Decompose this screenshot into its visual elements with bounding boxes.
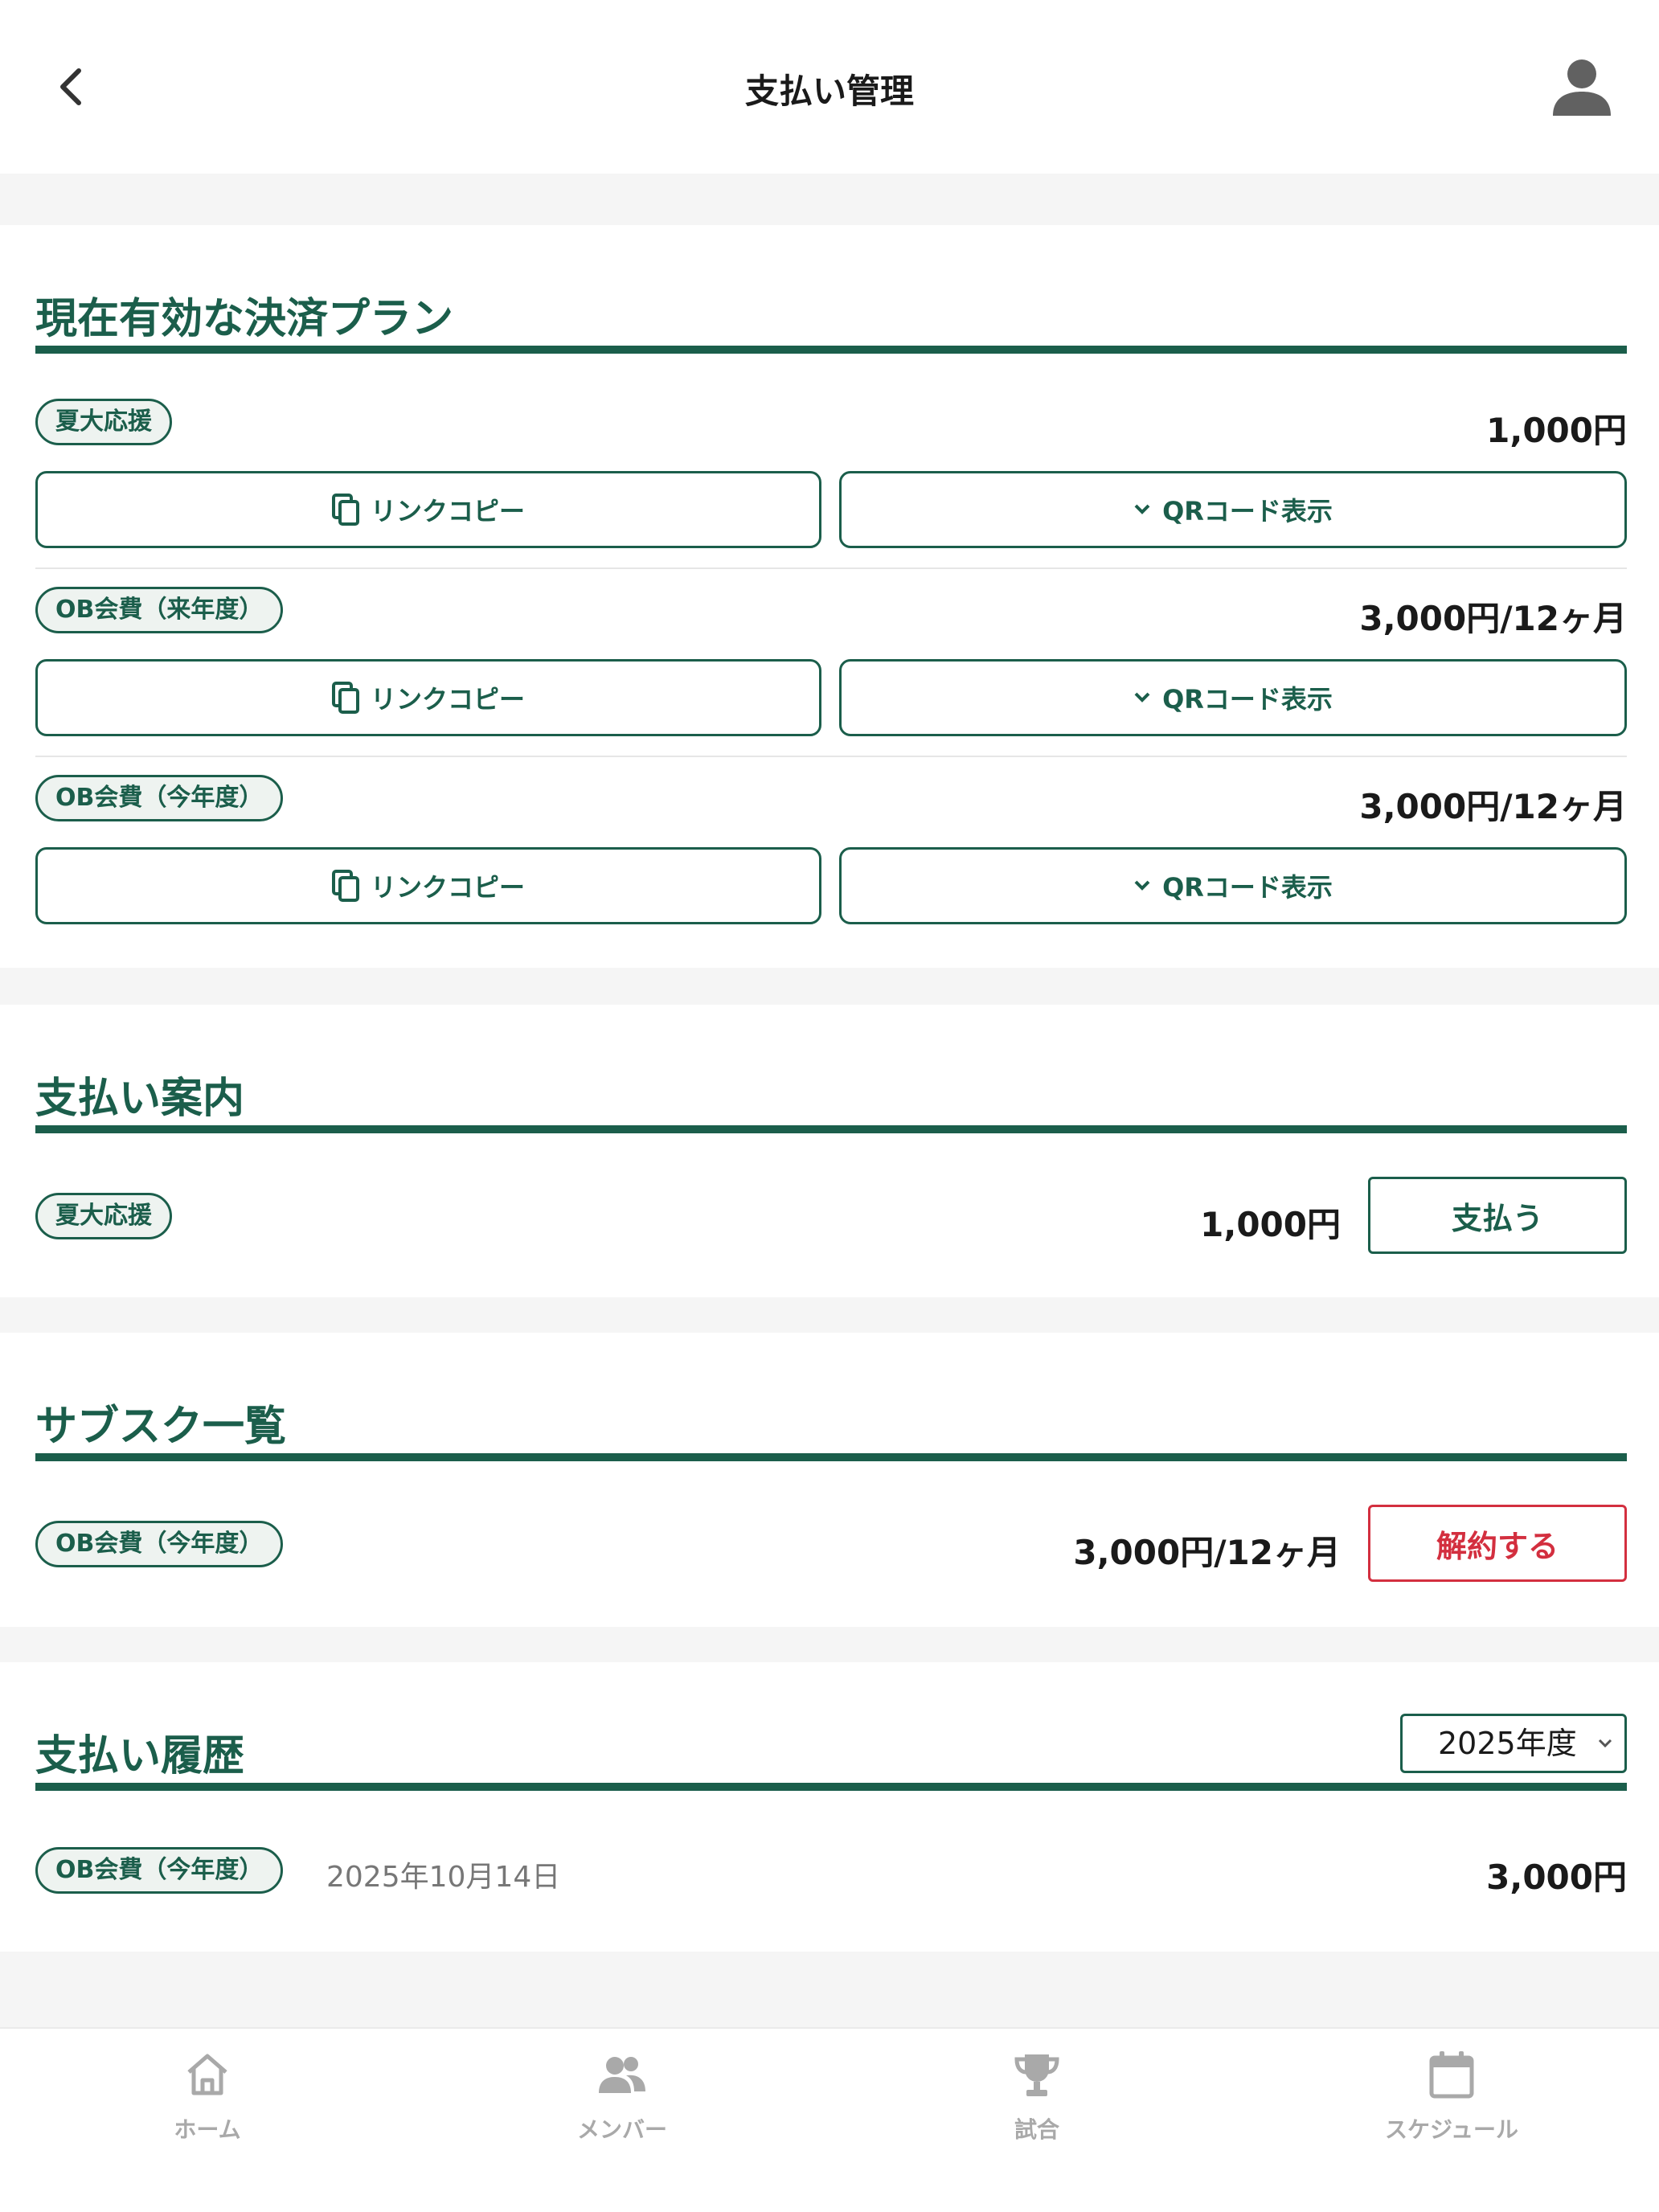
nav-item-members[interactable]: メンバー xyxy=(415,2029,830,2212)
payment-history-section: 支払い履歴 OB会費（今年度） 2025年10月14日 3,000円 xyxy=(0,1662,1659,1952)
show-qr-label: QRコード表示 xyxy=(1162,684,1333,715)
chevron-down-icon xyxy=(1134,504,1150,514)
plan-chip: 夏大応援 xyxy=(35,1193,172,1239)
show-qr-button[interactable]: QRコード表示 xyxy=(839,659,1627,736)
chevron-down-icon xyxy=(1598,1739,1612,1748)
subscription-chip: OB会費（今年度） xyxy=(35,1521,284,1567)
trophy-icon xyxy=(1014,2054,1059,2096)
page-title: 支払い管理 xyxy=(744,72,914,111)
nav-item-home[interactable]: ホーム xyxy=(0,2029,415,2212)
plan-price: 3,000円/12ヶ月 xyxy=(1359,787,1627,826)
copy-link-label: リンクコピー xyxy=(370,684,525,715)
nav-label: ホーム xyxy=(174,2116,241,2143)
copy-link-label: リンクコピー xyxy=(370,872,525,903)
nav-label: スケジュール xyxy=(1384,2116,1519,2143)
history-chip: OB会費（今年度） xyxy=(35,1847,284,1894)
nav-label: メンバー xyxy=(576,2116,667,2143)
chevron-down-icon xyxy=(1134,692,1150,703)
payment-guide-section: 支払い案内 夏大応援 1,000円 支払う xyxy=(0,1005,1659,1297)
plan-price: 3,000円/12ヶ月 xyxy=(1359,599,1627,638)
user-profile-icon[interactable] xyxy=(1550,55,1614,119)
copy-link-button[interactable]: リンクコピー xyxy=(35,847,821,924)
show-qr-button[interactable]: QRコード表示 xyxy=(839,847,1627,924)
pay-button[interactable]: 支払う xyxy=(1368,1177,1627,1254)
plan-divider xyxy=(35,756,1627,757)
cancel-subscription-button[interactable]: 解約する xyxy=(1368,1505,1627,1582)
nav-label: 試合 xyxy=(1014,2116,1059,2143)
section-underline xyxy=(35,1783,1627,1791)
plan-chip: OB会費（今年度） xyxy=(35,775,284,821)
nav-item-schedule[interactable]: スケジュール xyxy=(1244,2029,1659,2212)
section-underline xyxy=(35,346,1627,354)
copy-link-button[interactable]: リンクコピー xyxy=(35,659,821,736)
year-select[interactable]: 2025年度 xyxy=(1400,1714,1627,1773)
subscription-price: 3,000円/12ヶ月 xyxy=(1073,1533,1341,1572)
copy-link-button[interactable]: リンクコピー xyxy=(35,471,821,548)
show-qr-button[interactable]: QRコード表示 xyxy=(839,471,1627,548)
nav-item-games[interactable]: 試合 xyxy=(830,2029,1244,2212)
section-title: サブスク一覧 xyxy=(35,1403,287,1451)
plan-divider xyxy=(35,567,1627,569)
copy-icon xyxy=(331,870,359,902)
subscriptions-section: サブスク一覧 OB会費（今年度） 3,000円/12ヶ月 解約する xyxy=(0,1333,1659,1627)
section-underline xyxy=(35,1453,1627,1461)
members-icon xyxy=(599,2057,645,2093)
bottom-navigation: ホーム メンバー 試合 スケジュール xyxy=(0,2027,1659,2212)
history-amount: 3,000円 xyxy=(1486,1858,1627,1897)
section-title: 現在有効な決済プラン xyxy=(35,295,454,343)
section-underline xyxy=(35,1125,1627,1133)
section-title: 支払い履歴 xyxy=(35,1732,245,1780)
plan-chip: OB会費（来年度） xyxy=(35,587,284,633)
plan-price: 1,000円 xyxy=(1486,411,1627,450)
copy-icon xyxy=(331,494,359,526)
show-qr-label: QRコード表示 xyxy=(1162,496,1333,526)
plan-chip: 夏大応援 xyxy=(35,399,172,445)
copy-link-label: リンクコピー xyxy=(370,496,525,526)
active-plans-section: 現在有効な決済プラン 夏大応援 1,000円 リンクコピー QRコード表示 OB… xyxy=(0,225,1659,968)
show-qr-label: QRコード表示 xyxy=(1162,872,1333,903)
copy-icon xyxy=(331,682,359,714)
section-title: 支払い案内 xyxy=(35,1075,245,1123)
app-header: 支払い管理 xyxy=(0,0,1659,174)
plan-price: 1,000円 xyxy=(1200,1205,1341,1244)
history-date: 2025年10月14日 xyxy=(326,1861,561,1894)
calendar-icon xyxy=(1429,2051,1474,2099)
chevron-down-icon xyxy=(1134,880,1150,891)
year-select-value: 2025年度 xyxy=(1438,1726,1577,1761)
home-icon xyxy=(187,2054,227,2095)
